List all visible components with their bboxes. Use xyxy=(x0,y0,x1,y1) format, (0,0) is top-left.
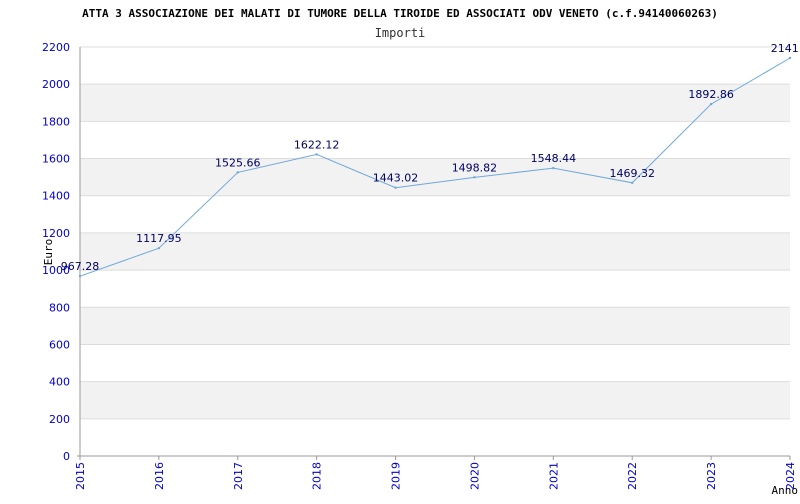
data-point xyxy=(552,166,555,170)
y-tick-label: 800 xyxy=(49,301,70,314)
data-label: 1469.32 xyxy=(609,167,655,180)
x-tick-label: 2018 xyxy=(311,462,324,490)
data-label: 1117.95 xyxy=(136,232,182,245)
y-tick-label: 1200 xyxy=(42,227,70,240)
data-label: 967.28 xyxy=(61,260,100,273)
x-tick-label: 2021 xyxy=(547,462,560,490)
y-tick-label: 1600 xyxy=(42,153,70,166)
x-tick-label: 2020 xyxy=(468,462,481,490)
data-point xyxy=(157,246,161,250)
x-tick-label: 2023 xyxy=(705,462,718,490)
data-label: 1892.86 xyxy=(688,88,734,101)
grid-band xyxy=(80,307,790,345)
chart-svg: ATTA 3 ASSOCIAZIONE DEI MALATI DI TUMORE… xyxy=(42,7,800,497)
plot-area: 0200400600800100012001400160018002000220… xyxy=(42,41,800,490)
y-tick-label: 2000 xyxy=(42,78,70,91)
data-point xyxy=(236,171,239,174)
y-tick-label: 400 xyxy=(49,376,70,389)
data-point xyxy=(315,153,318,156)
data-label: 1443.02 xyxy=(373,172,419,185)
data-label: 1622.12 xyxy=(294,138,340,151)
x-tick-label: 2015 xyxy=(74,462,87,490)
data-label: 1525.66 xyxy=(215,156,261,169)
y-tick-label: 1800 xyxy=(42,115,70,128)
data-label: 1548.44 xyxy=(531,152,577,165)
data-point xyxy=(473,176,476,179)
data-label: 1498.82 xyxy=(452,161,498,174)
x-tick-label: 2016 xyxy=(153,462,166,490)
data-point xyxy=(788,56,792,60)
line-chart: ATTA 3 ASSOCIAZIONE DEI MALATI DI TUMORE… xyxy=(0,0,800,500)
grid-band xyxy=(80,158,790,196)
data-point xyxy=(709,102,713,106)
y-tick-label: 1400 xyxy=(42,190,70,203)
data-point xyxy=(78,274,82,278)
grid-band xyxy=(80,232,790,271)
data-point xyxy=(631,181,634,185)
chart-subtitle: Importi xyxy=(375,26,426,40)
y-tick-label: 2200 xyxy=(42,41,70,54)
x-tick-label: 2017 xyxy=(232,462,245,490)
y-tick-label: 600 xyxy=(49,338,70,351)
chart-title: ATTA 3 ASSOCIAZIONE DEI MALATI DI TUMORE… xyxy=(82,7,718,20)
y-tick-label: 0 xyxy=(63,450,70,463)
x-tick-label: 2019 xyxy=(390,462,403,490)
x-tick-label: 2024 xyxy=(784,462,797,490)
x-tick-label: 2022 xyxy=(626,462,639,490)
y-axis-label: Euro xyxy=(42,239,55,266)
data-label: 2141.0 xyxy=(771,42,800,55)
y-tick-label: 200 xyxy=(49,413,70,426)
grid-band xyxy=(80,381,790,419)
data-point xyxy=(394,186,397,189)
grid-band xyxy=(80,84,790,122)
